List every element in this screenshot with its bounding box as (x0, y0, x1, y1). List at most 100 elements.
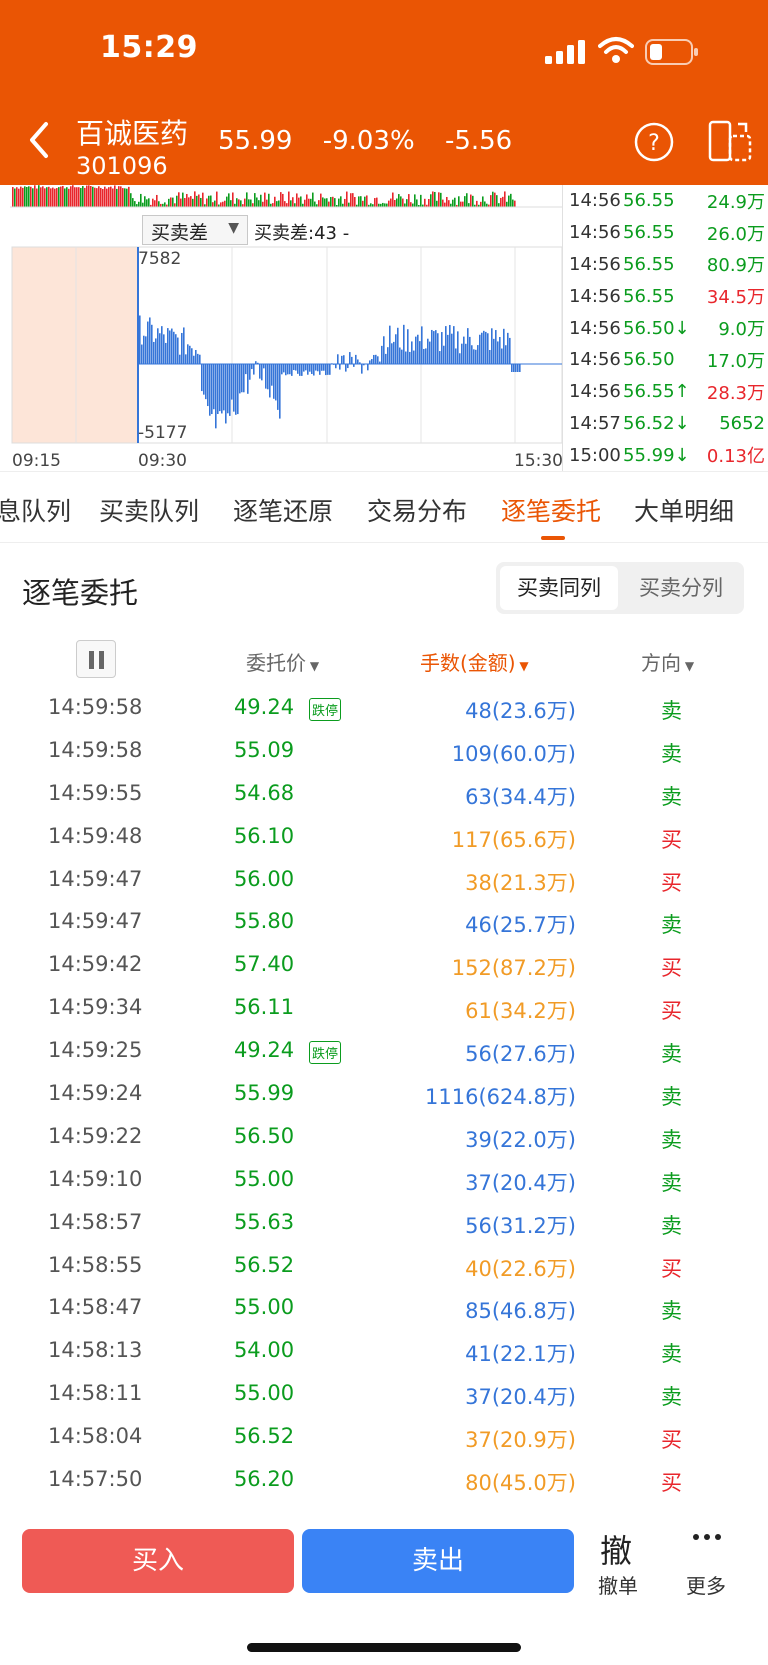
order-row[interactable]: 14:58:57 55.63 56(31.2万) 卖 (0, 1201, 768, 1244)
tick-row: 14:56 56.55 24.9万 (563, 185, 768, 217)
volume-bar (444, 202, 446, 207)
tick-price: 56.55 (623, 190, 675, 212)
diff-bar (403, 324, 405, 364)
volume-bar (358, 196, 360, 207)
order-row[interactable]: 14:59:58 49.24 跌停 48(23.6万) 卖 (0, 686, 768, 729)
order-row[interactable]: 14:58:13 54.00 41(22.1万) 卖 (0, 1329, 768, 1372)
order-row[interactable]: 14:57:50 56.20 80(45.0万) 买 (0, 1458, 768, 1501)
order-row[interactable]: 14:58:55 56.52 40(22.6万) 买 (0, 1244, 768, 1287)
order-row[interactable]: 14:59:55 54.68 63(34.4万) 卖 (0, 772, 768, 815)
pause-button[interactable] (76, 640, 116, 678)
volume-bar (442, 199, 444, 207)
section-title: 逐笔委托 (22, 576, 139, 610)
app-header: 15:29 百诚医药 301096 55.99 -9.03% -5.56 ? (0, 0, 768, 185)
tab-tick-restore[interactable]: 逐笔还原 (233, 492, 333, 528)
order-amount: 46(25.7万) (465, 913, 576, 938)
volume-bar (16, 187, 18, 207)
tick-row: 14:56 56.55 80.9万 (563, 249, 768, 281)
tab-tick-orders[interactable]: 逐笔委托 (501, 492, 601, 528)
battery-icon (645, 39, 698, 65)
order-amount: 63(34.4万) (465, 784, 576, 809)
cancel-order-icon[interactable]: 撤 (600, 1526, 632, 1572)
volume-bar (94, 187, 96, 207)
volume-bar (238, 199, 240, 207)
order-amount: 37(20.4万) (465, 1385, 576, 1410)
order-time: 14:58:11 (48, 1381, 143, 1406)
buy-button[interactable]: 买入 (22, 1529, 294, 1593)
order-row[interactable]: 14:59:22 56.50 39(22.0万) 卖 (0, 1115, 768, 1158)
diff-bar (511, 364, 513, 372)
diff-bar (139, 315, 141, 364)
back-arrow-icon[interactable] (22, 118, 58, 162)
order-row[interactable]: 14:59:24 55.99 1116(624.8万) 卖 (0, 1072, 768, 1115)
tick-time: 15:00 (569, 444, 621, 466)
volume-bar (462, 201, 464, 207)
tick-list[interactable]: 14:56 56.55 24.9万 14:56 56.55 26.0万 14:56 56.55… (562, 185, 768, 471)
order-row[interactable]: 14:59:10 55.00 37(20.4万) 卖 (0, 1158, 768, 1201)
order-row[interactable]: 14:58:47 55.00 85(46.8万) 卖 (0, 1286, 768, 1329)
direction-column-header[interactable]: 方向 ▼ (641, 647, 694, 676)
layout-toggle: 买卖同列 买卖分列 (496, 562, 744, 614)
diff-bar (417, 334, 419, 364)
volume-bar (364, 196, 366, 207)
sort-caret-icon: ▼ (681, 659, 695, 673)
diff-bar (293, 364, 295, 371)
diff-bar (295, 364, 297, 371)
order-row[interactable]: 14:59:47 55.80 46(25.7万) 卖 (0, 900, 768, 943)
tick-time: 14:57 (569, 412, 621, 434)
order-row[interactable]: 14:59:34 56.11 61(34.2万) 买 (0, 986, 768, 1029)
tab-queue[interactable]: 息队列 (0, 492, 71, 528)
status-time: 15:29 (100, 30, 198, 65)
stock-price: 55.99 (218, 126, 293, 156)
volume-bar (214, 200, 216, 207)
volume-bar (148, 198, 150, 207)
volume-bar (106, 188, 108, 207)
tick-volume: 24.9万 (706, 191, 765, 213)
order-list[interactable]: 14:59:58 49.24 跌停 48(23.6万) 卖 14:59:58 55.09 10… (0, 686, 768, 1514)
diff-bar (205, 364, 207, 400)
landscape-toggle-icon[interactable] (708, 120, 752, 162)
order-row[interactable]: 14:59:42 57.40 152(87.2万) 买 (0, 943, 768, 986)
price-column-header[interactable]: 委托价 ▼ (246, 647, 319, 676)
diff-bar (313, 364, 315, 376)
order-time: 14:59:58 (48, 695, 143, 719)
limit-down-badge: 跌停 (309, 698, 342, 721)
sell-button[interactable]: 卖出 (302, 1529, 574, 1593)
order-row[interactable]: 14:58:04 56.52 37(20.9万) 买 (0, 1415, 768, 1458)
order-row[interactable]: 14:59:48 56.10 117(65.6万) 买 (0, 815, 768, 858)
diff-bar (191, 348, 193, 364)
diff-bar (433, 331, 435, 364)
volume-bar (260, 194, 262, 207)
more-dots-icon[interactable] (692, 1532, 722, 1542)
order-row[interactable]: 14:58:11 55.00 37(20.4万) 卖 (0, 1372, 768, 1415)
order-row[interactable]: 14:59:58 55.09 109(60.0万) 卖 (0, 729, 768, 772)
pre-open-area (12, 247, 138, 443)
volume-bar (334, 198, 336, 207)
diff-bar (237, 364, 239, 415)
volume-bar (80, 187, 82, 207)
diff-bar (287, 364, 289, 375)
diff-bar (441, 332, 443, 364)
tab-trade-distribution[interactable]: 交易分布 (367, 492, 467, 528)
volume-bar (494, 192, 496, 207)
diff-bar (167, 328, 169, 364)
volume-bar (22, 187, 24, 207)
more-label[interactable]: 更多 (686, 1570, 726, 1599)
indicator-value: 买卖差:43 - (254, 223, 350, 244)
volume-bar (82, 186, 84, 207)
order-row[interactable]: 14:59:47 56.00 38(21.3万) 买 (0, 858, 768, 901)
amount-column-header[interactable]: 手数(金额) ▼ (420, 647, 529, 676)
indicator-selector[interactable]: 买卖差 ▼ (142, 215, 248, 245)
order-row[interactable]: 14:59:25 49.24 跌停 56(27.6万) 卖 (0, 1029, 768, 1072)
tab-large-orders[interactable]: 大单明细 (634, 492, 734, 528)
split-view-button[interactable]: 买卖分列 (622, 566, 740, 610)
cancel-order-label[interactable]: 撤单 (598, 1570, 638, 1599)
volume-bar (344, 198, 346, 207)
help-icon[interactable]: ? (634, 122, 674, 162)
tab-bid-ask-queue[interactable]: 买卖队列 (99, 492, 199, 528)
volume-bar (248, 199, 250, 207)
caret-down-icon: ▼ (228, 220, 239, 236)
combined-view-button[interactable]: 买卖同列 (500, 566, 618, 610)
order-time: 14:59:24 (48, 1081, 143, 1106)
diff-bar (461, 343, 463, 364)
